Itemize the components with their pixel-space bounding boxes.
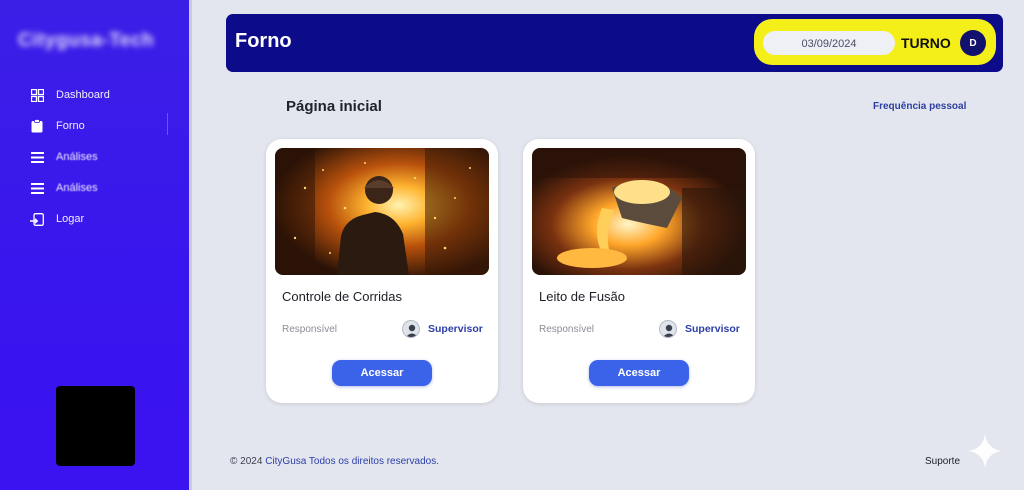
- footer-copyright: © 2024 CityGusa Todos os direitos reserv…: [230, 456, 439, 467]
- responsavel-label: Responsível: [282, 324, 338, 335]
- sidebar-item-analises-2[interactable]: Análises: [30, 179, 180, 197]
- user-avatar-icon: [402, 320, 420, 338]
- support-link[interactable]: Suporte: [925, 456, 960, 467]
- supervisor-label: Supervisor: [685, 323, 740, 335]
- sidebar-item-label: Dashboard: [56, 89, 110, 101]
- sidebar-placeholder-image: [56, 386, 135, 466]
- page-header-title: Forno: [235, 30, 292, 52]
- top-header: Forno TURNO D: [226, 14, 1003, 72]
- page-title: Página inicial: [286, 98, 382, 115]
- sparkle-icon: [968, 434, 1002, 473]
- list-icon: [30, 150, 44, 164]
- list-icon: [30, 181, 44, 195]
- furnace-worker-image: [275, 148, 489, 275]
- card-title: Controle de Corridas: [282, 289, 402, 304]
- footer-brand-link[interactable]: CityGusa Todos os direitos reservados.: [265, 456, 439, 467]
- sidebar-item-dashboard[interactable]: Dashboard: [30, 86, 180, 104]
- date-field[interactable]: [763, 31, 895, 55]
- card-title: Leito de Fusão: [539, 289, 626, 304]
- card-leito-fusao: Leito de Fusão Responsível Supervisor Ac…: [523, 139, 755, 403]
- avatar[interactable]: D: [960, 30, 986, 56]
- frequencia-pessoal-link[interactable]: Frequência pessoal: [873, 101, 966, 112]
- grid-icon: [30, 88, 44, 102]
- clipboard-icon: [30, 119, 44, 133]
- sidebar: Citygusa-Tech Dashboard Forno Análises A…: [0, 0, 192, 490]
- sidebar-item-analises[interactable]: Análises: [30, 148, 180, 166]
- sidebar-item-label: Análises: [56, 182, 98, 194]
- login-icon: [30, 212, 44, 226]
- card-controle-corridas: Controle de Corridas Responsível Supervi…: [266, 139, 498, 403]
- sidebar-item-forno[interactable]: Forno: [30, 117, 180, 135]
- turno-label: TURNO: [901, 35, 951, 51]
- supervisor-label: Supervisor: [428, 323, 483, 335]
- copyright-year: © 2024: [230, 456, 263, 467]
- sidebar-item-label: Forno: [56, 120, 85, 132]
- sidebar-item-label: Logar: [56, 213, 85, 225]
- turno-panel: TURNO D: [754, 19, 996, 65]
- sidebar-nav: Dashboard Forno Análises Análises Logar: [30, 86, 180, 241]
- user-avatar-icon: [659, 320, 677, 338]
- acessar-button[interactable]: Acessar: [332, 360, 432, 386]
- sidebar-item-label: Análises: [56, 151, 98, 163]
- sidebar-item-logar[interactable]: Logar: [30, 210, 180, 228]
- brand-logo: Citygusa-Tech: [18, 30, 155, 51]
- responsavel-label: Responsível: [539, 324, 595, 335]
- molten-metal-image: [532, 148, 746, 275]
- acessar-button[interactable]: Acessar: [589, 360, 689, 386]
